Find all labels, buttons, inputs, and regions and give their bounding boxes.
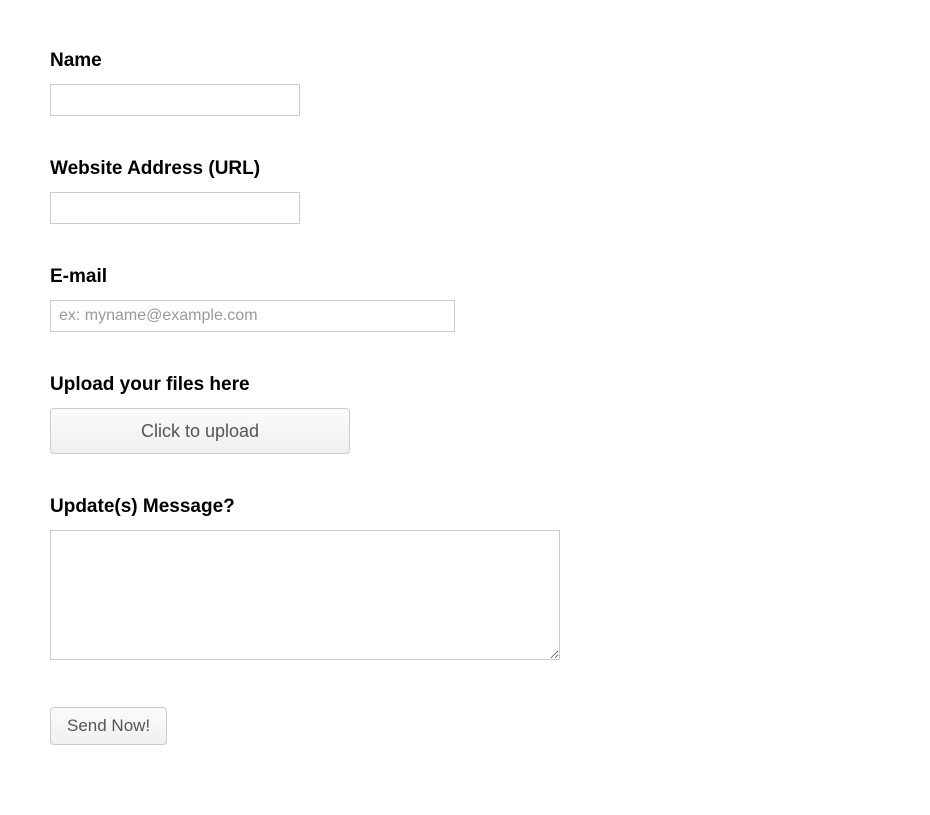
message-field-group: Update(s) Message? [50, 496, 880, 665]
url-field-group: Website Address (URL) [50, 158, 880, 224]
url-label: Website Address (URL) [50, 158, 880, 180]
email-label: E-mail [50, 266, 880, 288]
url-input[interactable] [50, 192, 300, 224]
message-textarea[interactable] [50, 530, 560, 660]
email-input[interactable] [50, 300, 455, 332]
name-label: Name [50, 50, 880, 72]
submit-group: Send Now! [50, 707, 880, 745]
upload-label: Upload your files here [50, 374, 880, 396]
submit-button[interactable]: Send Now! [50, 707, 167, 745]
name-input[interactable] [50, 84, 300, 116]
upload-field-group: Upload your files here Click to upload [50, 374, 880, 454]
contact-form: Name Website Address (URL) E-mail Upload… [50, 50, 880, 745]
name-field-group: Name [50, 50, 880, 116]
message-label: Update(s) Message? [50, 496, 880, 518]
upload-button[interactable]: Click to upload [50, 408, 350, 454]
email-field-group: E-mail [50, 266, 880, 332]
